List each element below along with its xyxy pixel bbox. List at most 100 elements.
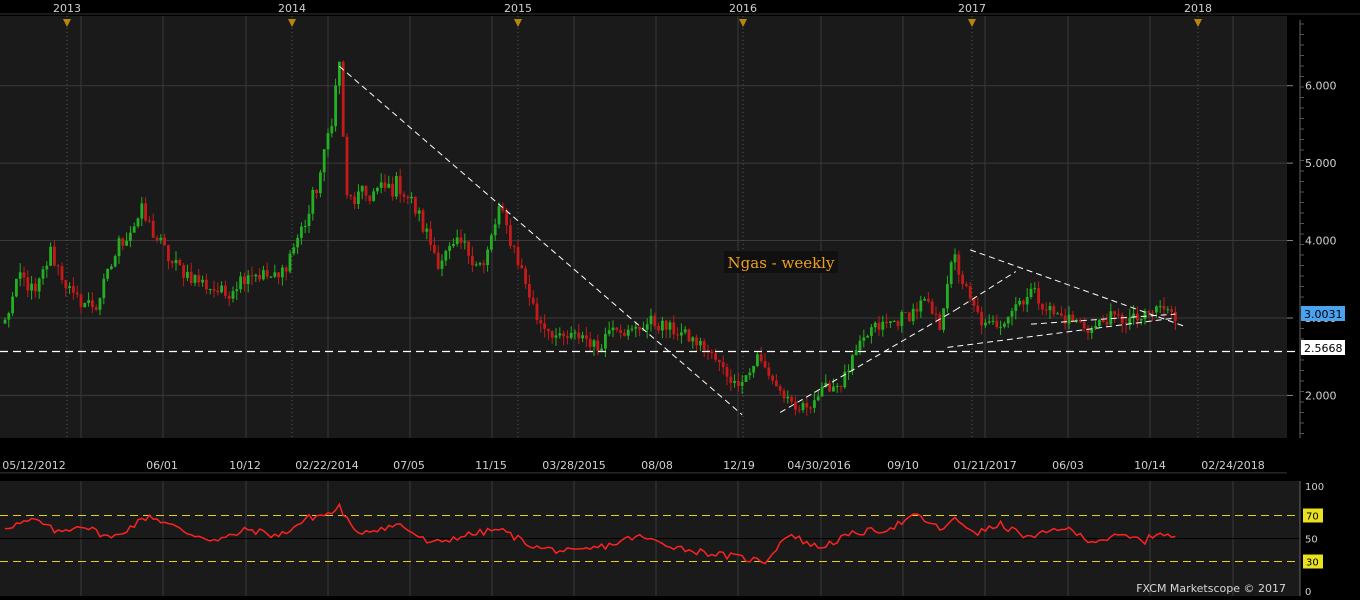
candle-body <box>520 265 524 269</box>
support-price-label: 2.5668 <box>1304 342 1343 355</box>
candle-body <box>75 292 79 295</box>
candle-body <box>984 322 987 326</box>
candle-body <box>604 333 607 349</box>
candle-body <box>490 235 493 250</box>
candle-body <box>509 225 512 246</box>
candle-body <box>569 332 573 338</box>
year-label: 2017 <box>958 2 986 15</box>
x-tick-label: 12/19 <box>723 459 755 472</box>
x-tick-label: 06/01 <box>146 459 178 472</box>
candle-body <box>444 250 448 261</box>
x-tick-label: 02/24/2018 <box>1201 459 1264 472</box>
candle-body <box>714 353 717 360</box>
candle-body <box>885 321 888 324</box>
candle-body <box>1113 311 1116 315</box>
candle-body <box>421 210 425 232</box>
candle-body <box>877 322 881 330</box>
candle-body <box>870 327 873 336</box>
candle-body <box>201 279 204 283</box>
candle-body <box>649 315 653 325</box>
candle-body <box>1155 306 1158 313</box>
candle-body <box>737 380 740 386</box>
candle-body <box>1139 318 1143 321</box>
candle-body <box>889 321 892 324</box>
candle-body <box>482 263 486 266</box>
candle-body <box>254 274 258 277</box>
x-tick-label: 06/03 <box>1052 459 1084 472</box>
candle-body <box>68 286 71 289</box>
candle-body <box>573 332 577 334</box>
candle-body <box>322 149 326 173</box>
candle-body <box>455 237 459 245</box>
candle-body <box>1025 296 1029 305</box>
candle-body <box>307 213 311 226</box>
candle-body <box>809 407 812 409</box>
candle-body <box>121 238 125 246</box>
candle-body <box>949 262 953 284</box>
x-tick-label: 10/14 <box>1134 459 1166 472</box>
candle-body <box>178 260 182 266</box>
candle-body <box>611 327 615 331</box>
x-tick-label: 07/05 <box>393 459 425 472</box>
candle-body <box>174 260 178 264</box>
candle-body <box>220 285 223 293</box>
candle-body <box>113 256 117 267</box>
candle-body <box>512 245 516 247</box>
candle-body <box>410 196 413 199</box>
candle-body <box>562 333 565 337</box>
year-label: 2014 <box>278 2 306 15</box>
candle-body <box>1170 309 1173 312</box>
candle-body <box>440 260 444 269</box>
current-price-label: 3.0031 <box>1304 308 1343 321</box>
candle-body <box>368 195 372 202</box>
candle-body <box>205 279 208 290</box>
candle-body <box>292 247 296 254</box>
candle-body <box>1067 314 1071 324</box>
candle-body <box>782 390 786 399</box>
candle-body <box>474 264 478 266</box>
candle-body <box>1162 305 1166 310</box>
candle-body <box>83 302 87 308</box>
candle-body <box>353 196 356 205</box>
candle-body <box>414 196 417 214</box>
candle-body <box>364 185 368 196</box>
candle-body <box>7 313 11 320</box>
candle-body <box>1151 312 1154 314</box>
candle-body <box>778 386 782 391</box>
candle-body <box>265 270 269 277</box>
candle-body <box>721 362 725 368</box>
candle-body <box>45 265 49 270</box>
rsi-tick-label: 30 <box>1306 558 1319 569</box>
candle-body <box>193 275 197 283</box>
candle-body <box>235 289 239 292</box>
candle-body <box>1029 288 1033 297</box>
candle-body <box>281 267 284 278</box>
candle-body <box>843 371 847 388</box>
chart-title: Ngas - weekly <box>728 254 835 272</box>
candle-body <box>718 359 721 363</box>
candle-body <box>284 267 288 272</box>
candle-body <box>402 194 406 197</box>
candle-body <box>615 327 619 330</box>
candle-body <box>528 284 531 298</box>
y-tick-label: 6.000 <box>1305 80 1337 93</box>
candle-body <box>334 85 337 127</box>
candle-body <box>987 321 991 323</box>
candle-body <box>186 271 189 278</box>
x-tick-label: 05/12/2012 <box>2 459 65 472</box>
candle-body <box>372 191 375 202</box>
candle-body <box>942 308 945 330</box>
candle-body <box>224 285 227 296</box>
candle-body <box>577 332 581 339</box>
candle-body <box>208 288 212 290</box>
candle-body <box>448 246 451 251</box>
candle-body <box>699 340 702 346</box>
candle-body <box>953 254 957 263</box>
candle-body <box>908 312 911 322</box>
candle-body <box>493 224 497 236</box>
candle-body <box>1147 311 1151 313</box>
candle-body <box>136 218 140 227</box>
candle-body <box>486 249 489 266</box>
ngas-chart: 2013201420152016201720182.0003.0004.0005… <box>0 0 1360 598</box>
candle-body <box>1109 311 1113 325</box>
